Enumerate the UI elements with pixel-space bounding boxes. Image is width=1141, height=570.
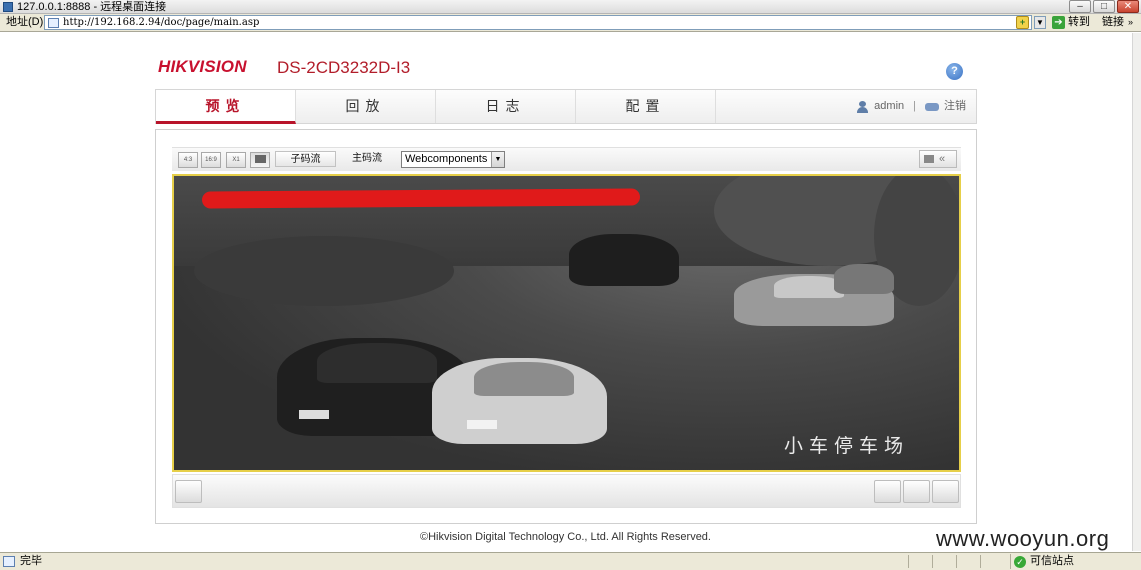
go-label: 转到 (1068, 16, 1090, 28)
go-button[interactable]: ➔ 转到 (1052, 15, 1090, 30)
device-model: DS-2CD3232D-I3 (277, 58, 411, 77)
page-scrollbar[interactable] (1132, 33, 1141, 551)
minimize-button[interactable]: – (1069, 0, 1091, 13)
url-input[interactable]: http://192.168.2.94/doc/page/main.asp (44, 15, 1032, 30)
close-button[interactable]: ✕ (1117, 0, 1139, 13)
compatibility-icon[interactable]: + (1016, 16, 1029, 29)
go-arrow-icon: ➔ (1052, 16, 1065, 29)
ratio-fill-button[interactable] (250, 152, 270, 168)
remote-desktop-title-bar: 127.0.0.1:8888 - 远程桌面连接 – □ ✕ (0, 0, 1141, 14)
start-all-button[interactable] (175, 480, 202, 503)
car-dark-far (569, 234, 679, 286)
remote-desktop-icon (3, 2, 13, 12)
links-button[interactable]: 链接 (1102, 14, 1124, 31)
main-stream-button[interactable]: 主码流 (344, 151, 390, 167)
url-text: http://192.168.2.94/doc/page/main.asp (63, 17, 260, 28)
plugin-select-value: Webcomponents (405, 153, 488, 165)
help-icon[interactable]: ? (946, 63, 963, 80)
watermark: www.wooyun.org (936, 526, 1110, 551)
security-zone[interactable]: ✓ 可信站点 (1010, 554, 1074, 569)
collapse-chevron-icon: « (939, 153, 946, 165)
car-silver-back (834, 264, 894, 294)
ptz-camera-icon (924, 155, 934, 164)
car-white (432, 358, 607, 444)
check-icon: ✓ (1014, 555, 1026, 568)
links-chevron-icon[interactable]: » (1128, 14, 1133, 31)
address-label: 地址(D) (6, 16, 44, 28)
tab-config[interactable]: 配置 (576, 90, 716, 123)
browser-address-bar: 地址(D) http://192.168.2.94/doc/page/main.… (0, 14, 1141, 32)
license-plate (467, 420, 497, 429)
maximize-button[interactable]: □ (1093, 0, 1115, 13)
video-tree (194, 236, 454, 306)
status-text: 完毕 (20, 555, 42, 567)
car-roof (317, 343, 437, 383)
chevron-down-icon: ▼ (491, 152, 504, 167)
sub-stream-button[interactable]: 子码流 (275, 151, 336, 167)
status-divider (932, 555, 933, 568)
preview-toolbar: 4:3 16:9 X1 子码流 主码流 Webcomponents ▼ « (172, 147, 961, 171)
record-button[interactable] (903, 480, 930, 503)
separator: | (913, 100, 916, 112)
hikvision-logo: HIKVISION (158, 57, 247, 76)
ratio-4-3-button[interactable]: 4:3 (178, 152, 198, 168)
browser-status-bar: 完毕 ✓ 可信站点 (0, 552, 1141, 570)
status-divider (908, 555, 909, 568)
status-divider (980, 555, 981, 568)
user-icon (856, 100, 869, 113)
car-windshield (474, 362, 574, 396)
address-dropdown-icon[interactable]: ▼ (1034, 16, 1046, 29)
tab-preview[interactable]: 预览 (156, 90, 296, 124)
window-controls: – □ ✕ (1069, 0, 1139, 13)
fill-icon (254, 155, 266, 164)
logout-button[interactable]: 注销 (944, 90, 966, 123)
video-osd-text: 小车停车场 (783, 436, 909, 457)
logout-icon[interactable] (925, 102, 939, 111)
license-plate (299, 410, 329, 419)
redaction-bar (201, 188, 641, 209)
live-video-view[interactable]: 小车停车场 (172, 174, 961, 472)
user-area: admin | 注销 (856, 90, 966, 123)
status-divider (956, 555, 957, 568)
fullscreen-button[interactable] (932, 480, 959, 503)
zone-text: 可信站点 (1030, 555, 1074, 567)
capture-button[interactable] (874, 480, 901, 503)
main-nav: 预览 回放 日志 配置 admin | 注销 (155, 89, 977, 124)
username: admin (874, 100, 905, 112)
page-icon (3, 556, 15, 567)
window-title: 127.0.0.1:8888 - 远程桌面连接 (17, 1, 167, 13)
tab-log[interactable]: 日志 (436, 90, 576, 123)
plugin-select[interactable]: Webcomponents ▼ (401, 151, 505, 168)
page-icon (48, 18, 59, 28)
ratio-16-9-button[interactable]: 16:9 (201, 152, 221, 168)
ratio-original-button[interactable]: X1 (226, 152, 246, 168)
ptz-panel-toggle[interactable]: « (919, 150, 957, 168)
tab-playback[interactable]: 回放 (296, 90, 436, 123)
video-control-bar (172, 474, 961, 508)
